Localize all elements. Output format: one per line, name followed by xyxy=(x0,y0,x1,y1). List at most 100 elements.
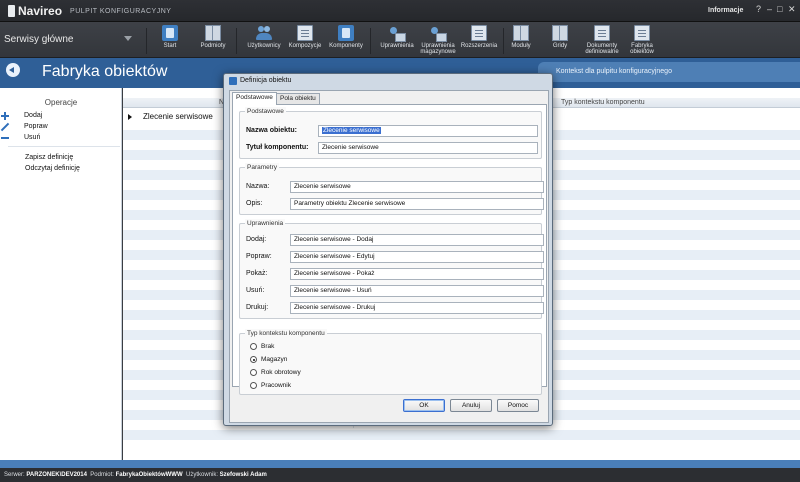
delete-operation-label: Usuń xyxy=(24,134,41,141)
toolbar-label: Rozszerzenia xyxy=(460,43,498,49)
toolbar-object-factory-button[interactable]: Fabryka obiektów xyxy=(626,25,658,57)
row-selector-icon xyxy=(128,114,132,120)
radio-fiscal-year[interactable]: Rok obrotowy xyxy=(250,369,301,376)
perm-show-input[interactable]: Zlecenie serwisowe - Pokaż xyxy=(290,268,544,280)
toolbar-definable-documents-button[interactable]: Dokumenty definiowalne xyxy=(584,25,620,57)
toolbar-label: Moduły xyxy=(511,43,531,49)
status-user: Szefowski Adam xyxy=(219,472,267,478)
group-parameters-legend: Parametry xyxy=(245,163,279,172)
plus-icon xyxy=(1,111,9,120)
toolbar-components-button[interactable]: Komponenty xyxy=(326,25,366,57)
page-title: Fabryka obiektów xyxy=(42,63,168,80)
add-operation[interactable]: Dodaj xyxy=(1,111,43,120)
close-icon[interactable]: ✕ xyxy=(788,4,796,14)
cancel-button[interactable]: Anuluj xyxy=(450,399,492,412)
radio-none[interactable]: Brak xyxy=(250,343,274,350)
sidebar-title: Operacje xyxy=(44,98,78,107)
object-name-input[interactable]: Zlecenie serwisowe xyxy=(318,125,538,137)
toolbar-permissions-button[interactable]: Uprawnienia xyxy=(378,25,416,57)
toolbar-warehouse-permissions-button[interactable]: Uprawnienia magazynowe xyxy=(417,25,459,57)
toolbar-compositions-button[interactable]: Kompozycje xyxy=(285,25,325,57)
radio-employee-dot xyxy=(250,382,257,389)
table-row[interactable]: Zlecenie serwisowe xyxy=(143,112,213,121)
radio-none-label: Brak xyxy=(261,343,275,350)
group-parameters: Parametry Nazwa: Zlecenie serwisowe Opis… xyxy=(239,163,544,215)
dialog-title: Definicja obiektu xyxy=(240,77,292,84)
column-header-context-type[interactable]: Typ kontekstu komponentu xyxy=(561,99,645,106)
group-permissions: Uprawnienia Dodaj: Zlecenie serwisowe - … xyxy=(239,219,544,319)
maximize-icon[interactable]: □ xyxy=(777,4,782,14)
add-operation-label: Dodaj xyxy=(24,112,43,119)
status-user-label: Użytkownik: xyxy=(185,472,218,478)
status-accent xyxy=(0,460,800,468)
module-select[interactable]: Serwisy główne xyxy=(4,29,138,49)
perm-edit-input[interactable]: Zlecenie serwisowe - Edytuj xyxy=(290,251,544,263)
context-tab[interactable]: Kontekst dla pulpitu konfiguracyjnego xyxy=(538,62,800,82)
compositions-icon xyxy=(297,25,313,41)
param-description-label: Opis: xyxy=(246,200,263,207)
perm-add-input[interactable]: Zlecenie serwisowe - Dodaj xyxy=(290,234,544,246)
tab-panel-basic: Podstawowe Nazwa obiektu: Zlecenie serwi… xyxy=(232,104,547,395)
title-bar: Navireo PULPIT KONFIGURACYJNY Informacje… xyxy=(0,0,800,22)
brand-name: Navireo xyxy=(18,4,63,18)
perm-edit-label: Popraw: xyxy=(246,253,272,260)
object-definition-dialog: Definicja obiektu Podstawowe Pola obiekt… xyxy=(223,73,553,426)
toolbar-modules-button[interactable]: Moduły xyxy=(508,25,534,57)
param-description-input[interactable]: Parametry obiektu Zlecenie serwisowe xyxy=(290,198,544,210)
edit-operation[interactable]: Popraw xyxy=(10,123,48,130)
toolbar-label: Uprawnienia xyxy=(380,43,414,49)
toolbar-label: Kompozycje xyxy=(288,43,322,49)
grid-stripe xyxy=(123,430,800,440)
perm-add-label: Dodaj: xyxy=(246,236,267,243)
toolbar-divider xyxy=(370,28,371,54)
modules-icon xyxy=(513,25,529,41)
radio-employee-label: Pracownik xyxy=(261,382,291,389)
app-logo: Navireo PULPIT KONFIGURACYJNY xyxy=(8,4,171,18)
operations-sidebar: Operacje Dodaj Popraw Usuń Zapisz defini… xyxy=(0,88,122,460)
ok-button[interactable]: OK xyxy=(403,399,445,412)
toolbar-start-button[interactable]: Start xyxy=(156,25,184,57)
component-title-input[interactable]: Zlecenie serwisowe xyxy=(318,142,538,154)
back-arrow-icon[interactable] xyxy=(6,63,20,77)
toolbar-entities-button[interactable]: Podmioty xyxy=(196,25,230,57)
minimize-icon[interactable]: – xyxy=(767,4,772,14)
sidebar-divider xyxy=(8,146,120,147)
group-context-type: Typ kontekstu komponentu Brak Magazyn Ro… xyxy=(239,329,542,395)
toolbar-label: Komponenty xyxy=(329,43,363,49)
help-button[interactable]: Pomoc xyxy=(497,399,539,412)
tab-basic[interactable]: Podstawowe xyxy=(232,92,277,105)
object-factory-icon xyxy=(634,25,650,41)
perm-delete-input[interactable]: Zlecenie serwisowe - Usuń xyxy=(290,285,544,297)
extensions-icon xyxy=(471,25,487,41)
toolbar-grids-button[interactable]: Gridy xyxy=(547,25,573,57)
module-select-value: Serwisy główne xyxy=(4,33,74,45)
users-icon xyxy=(256,25,272,41)
load-definition-link[interactable]: Odczytaj definicję xyxy=(25,165,80,172)
help-icon[interactable]: ? xyxy=(756,4,761,14)
perm-print-input[interactable]: Zlecenie serwisowe - Drukuj xyxy=(290,302,544,314)
info-link[interactable]: Informacje xyxy=(708,7,743,14)
toolbar-users-button[interactable]: Użytkownicy xyxy=(244,25,284,57)
radio-none-dot xyxy=(250,343,257,350)
toolbar-extensions-button[interactable]: Rozszerzenia xyxy=(458,25,500,57)
save-definition-link[interactable]: Zapisz definicję xyxy=(25,154,73,161)
navireo-logo-icon xyxy=(8,5,15,17)
radio-warehouse-label: Magazyn xyxy=(261,356,288,363)
radio-warehouse[interactable]: Magazyn xyxy=(250,356,287,363)
param-name-input[interactable]: Zlecenie serwisowe xyxy=(290,181,544,193)
delete-operation[interactable]: Usuń xyxy=(1,134,41,141)
grids-icon xyxy=(552,25,568,41)
edit-operation-label: Popraw xyxy=(24,123,48,130)
status-bar: Serwer: PARZONEK\DEV2014 Podmiot: Fabryk… xyxy=(0,468,800,482)
object-name-value: Zlecenie serwisowe xyxy=(322,127,381,134)
start-icon xyxy=(162,25,178,41)
toolbar-divider xyxy=(146,28,147,54)
pencil-icon xyxy=(1,123,9,131)
tab-object-fields[interactable]: Pola obiektu xyxy=(276,93,320,104)
chevron-down-icon xyxy=(124,36,132,41)
status-server: PARZONEK\DEV2014 xyxy=(26,472,87,478)
toolbar-label: Użytkownicy xyxy=(247,43,281,49)
param-name-label: Nazwa: xyxy=(246,183,270,190)
permissions-icon xyxy=(389,25,406,42)
radio-employee[interactable]: Pracownik xyxy=(250,382,291,389)
